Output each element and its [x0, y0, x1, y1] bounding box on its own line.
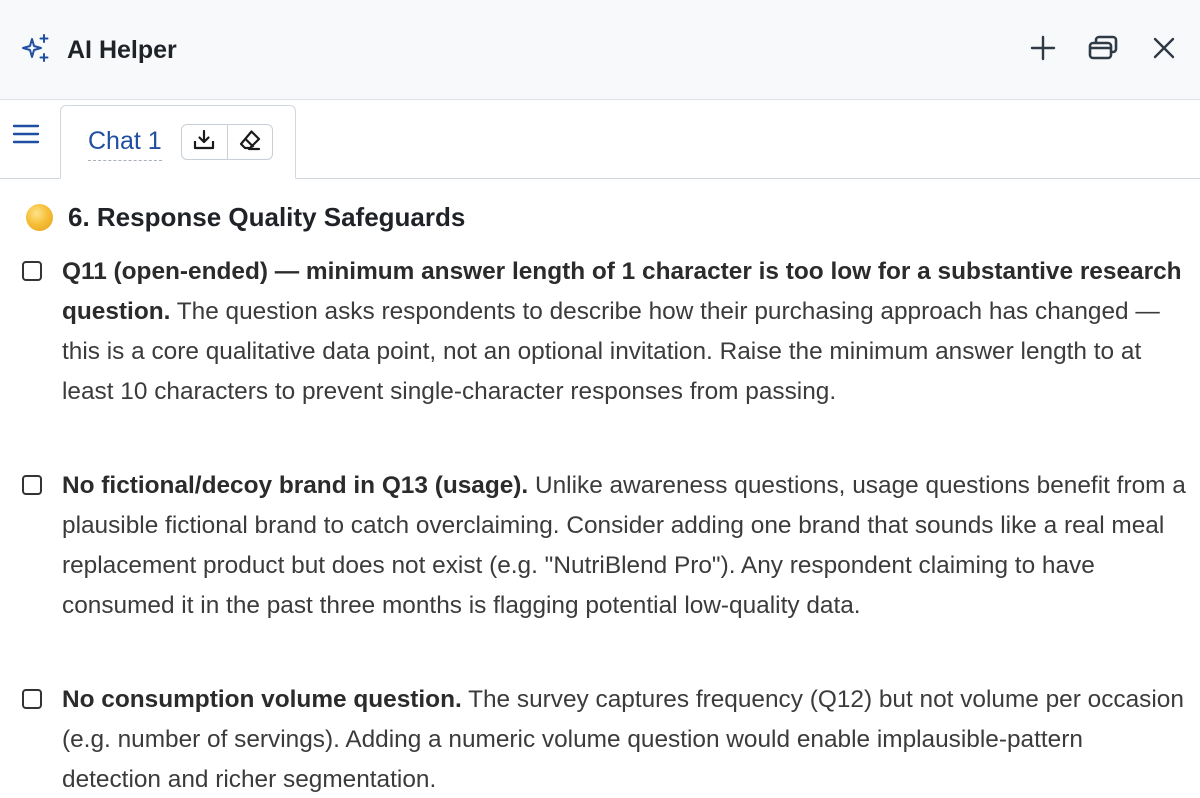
item-heading: No consumption volume question.: [62, 686, 462, 713]
restore-window-button[interactable]: [1083, 30, 1123, 70]
tab-label[interactable]: Chat 1: [88, 126, 162, 161]
new-chat-button[interactable]: [1023, 30, 1063, 70]
chat-content: 6. Response Quality Safeguards Q11 (open…: [0, 180, 1200, 798]
app-title: AI Helper: [67, 36, 177, 64]
eraser-icon: [238, 128, 262, 157]
restore-window-icon: [1087, 34, 1119, 67]
item-text: No consumption volume question. The surv…: [62, 680, 1187, 798]
clear-chat-button[interactable]: [226, 125, 273, 159]
item-body: The question asks respondents to describ…: [62, 298, 1160, 405]
download-icon: [192, 128, 216, 157]
item-text: No fictional/decoy brand in Q13 (usage).…: [62, 466, 1187, 626]
title-bar: AI Helper: [0, 0, 1200, 100]
section-heading: 6. Response Quality Safeguards: [26, 200, 465, 234]
item-heading: No fictional/decoy brand in Q13 (usage).: [62, 472, 529, 499]
menu-button[interactable]: [8, 118, 44, 154]
section-title: 6. Response Quality Safeguards: [68, 202, 466, 232]
yellow-circle-icon: [26, 203, 53, 231]
sparkles-icon: [20, 33, 52, 65]
tab-chat-1[interactable]: Chat 1: [60, 105, 296, 179]
tab-actions: [181, 124, 273, 160]
plus-icon: [1030, 35, 1056, 66]
item-checkbox[interactable]: [22, 475, 42, 495]
hamburger-menu-icon: [12, 122, 40, 151]
download-chat-button[interactable]: [182, 125, 227, 159]
item-checkbox[interactable]: [22, 689, 42, 709]
item-checkbox[interactable]: [22, 261, 42, 281]
close-button[interactable]: [1144, 30, 1184, 70]
close-icon: [1152, 36, 1176, 65]
tab-bar: Chat 1: [0, 100, 1200, 179]
item-text: Q11 (open-ended) — minimum answer length…: [62, 252, 1187, 412]
